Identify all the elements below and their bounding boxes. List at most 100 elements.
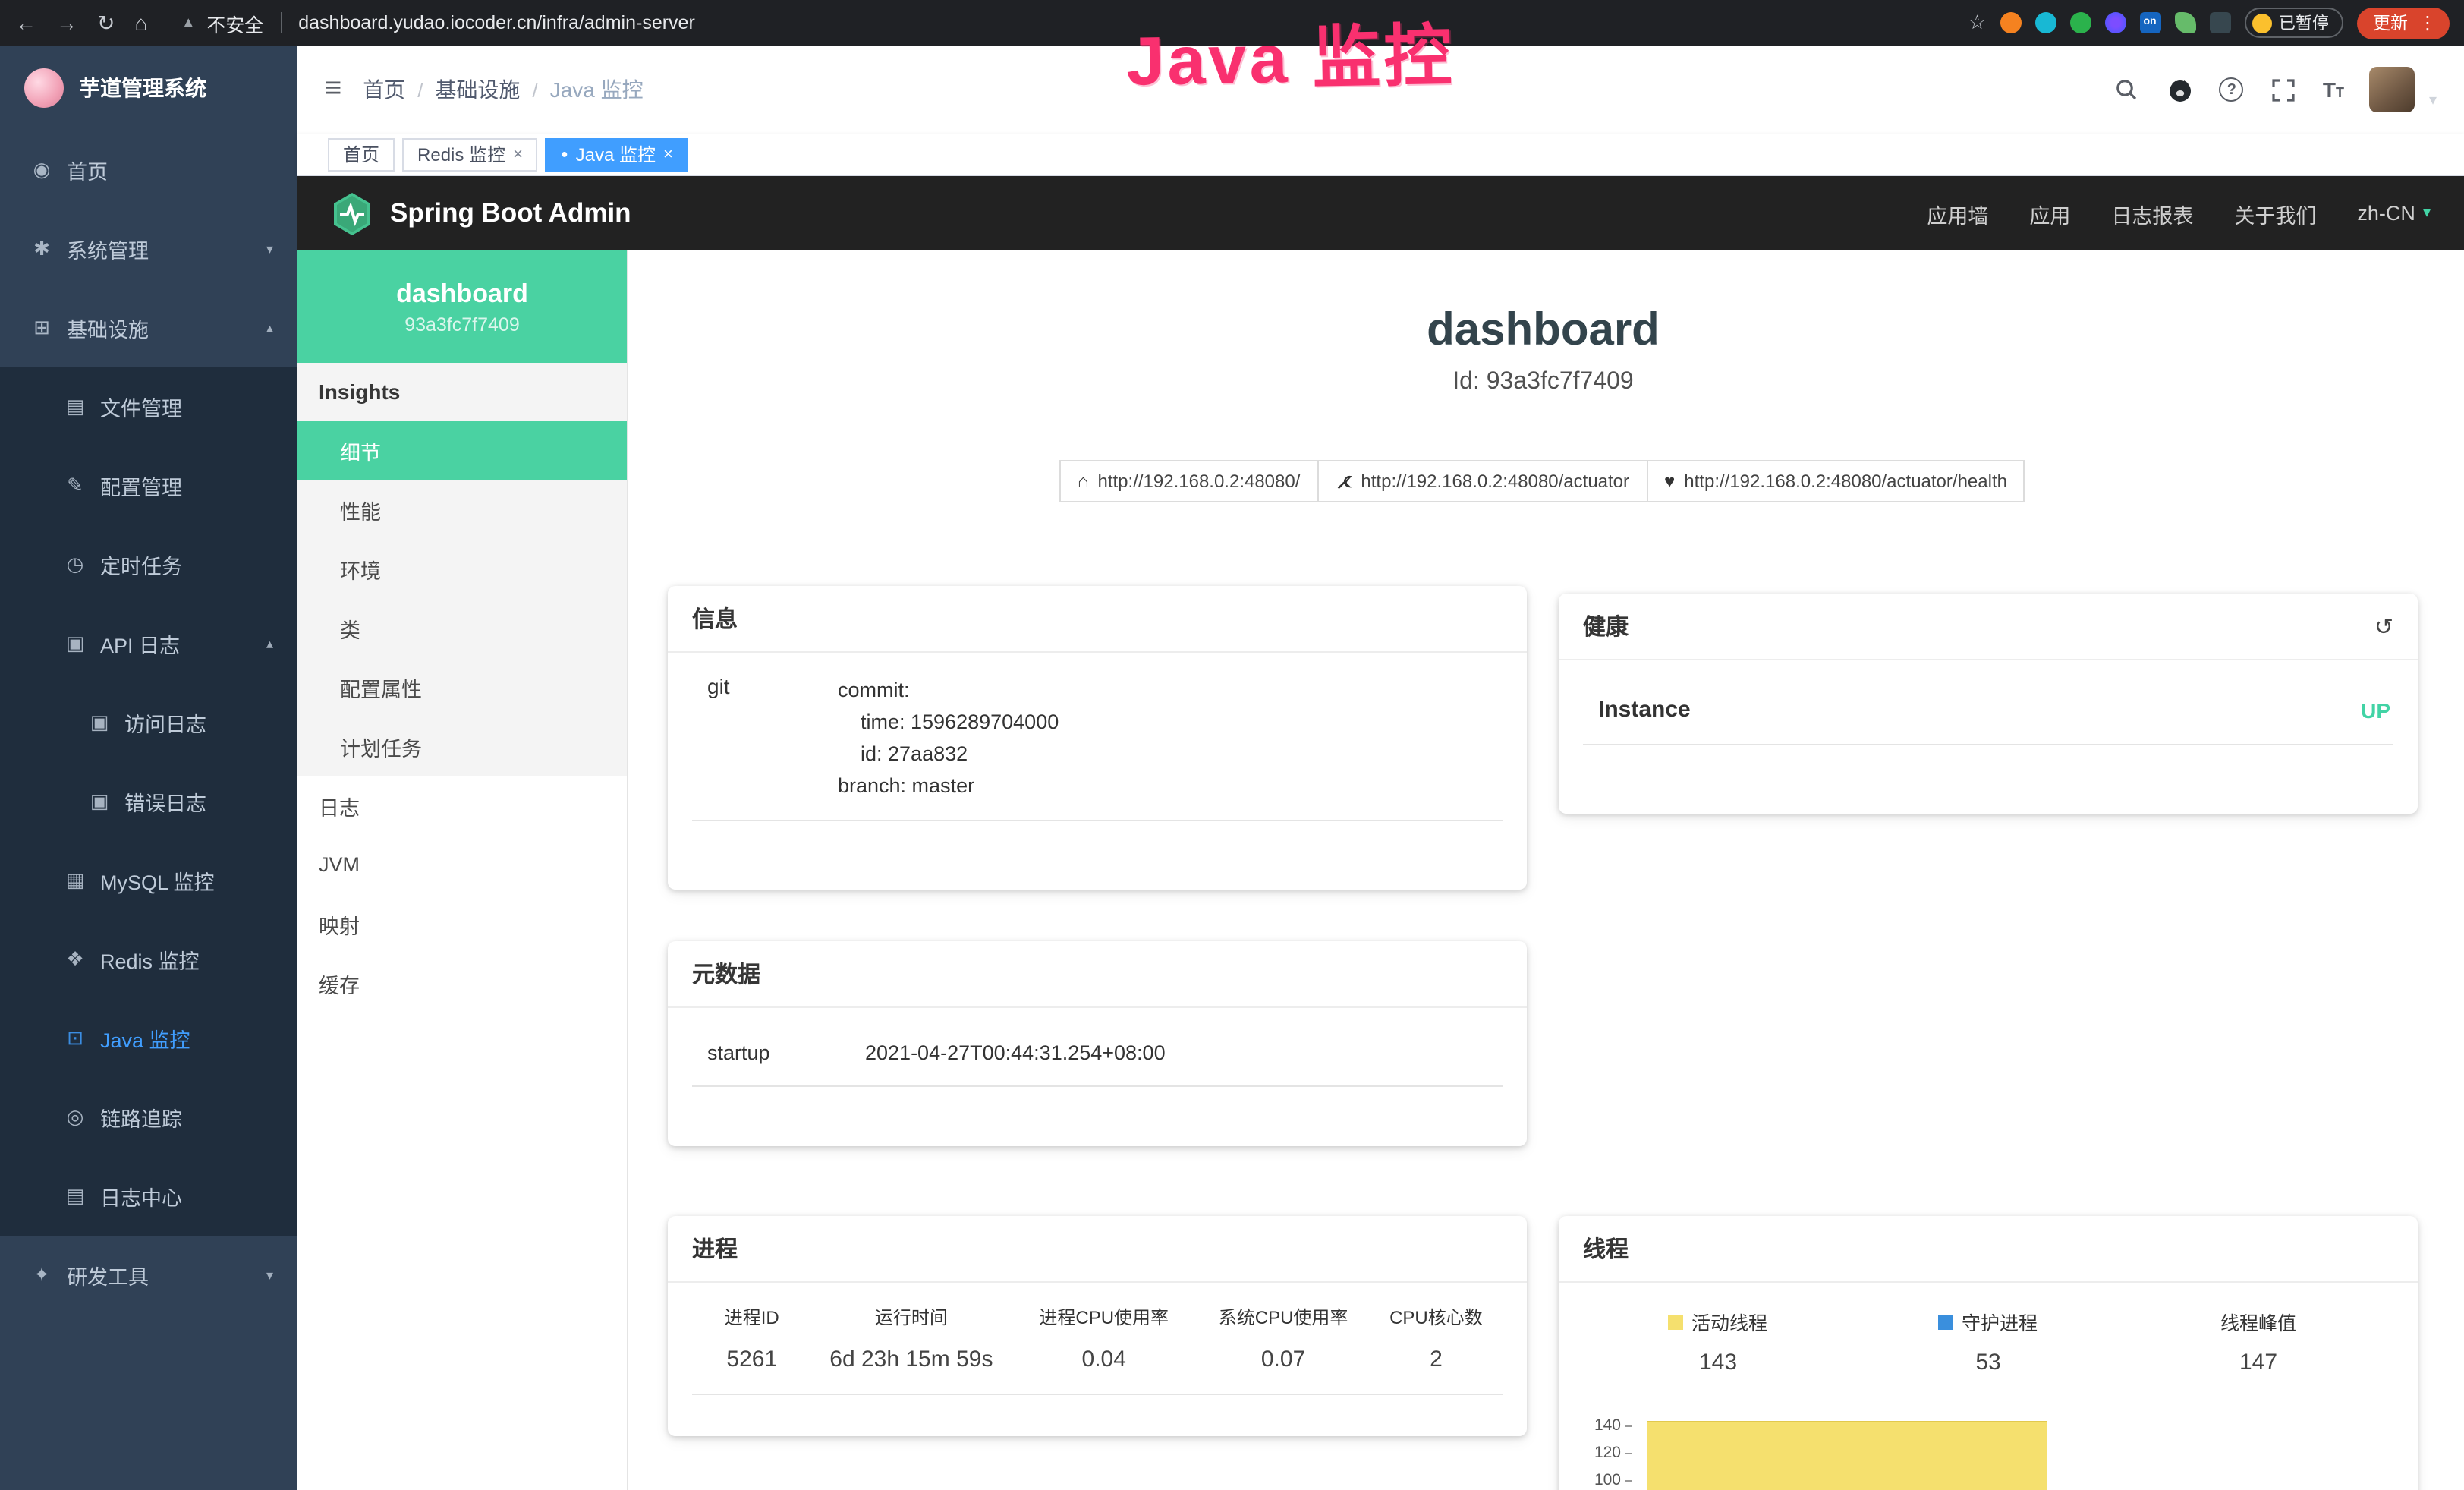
sba-item-jvm[interactable]: JVM: [297, 835, 627, 894]
header-actions: ? TT ▾: [2113, 67, 2437, 112]
sidebar-item-label: Redis 监控: [100, 944, 200, 975]
sba-locale-select[interactable]: zh-CN ▾: [2357, 202, 2431, 225]
card-title: 信息: [692, 603, 738, 635]
eye-icon: ◎: [64, 1105, 87, 1129]
chevron-down-icon: ▾: [266, 1267, 273, 1284]
github-icon[interactable]: [2167, 76, 2194, 103]
security-warning[interactable]: 不安全: [206, 8, 263, 37]
extension-icon-leaf[interactable]: [2174, 12, 2195, 33]
tab-redis-monitor[interactable]: Redis 监控 ×: [402, 137, 538, 171]
column-header: 运行时间: [812, 1304, 1012, 1330]
sba-nav-applications[interactable]: 应用: [2029, 198, 2070, 228]
main-sidebar: 芋道管理系统 ◉ 首页 ✱ 系统管理 ▾ ⊞ 基础设施 ▴ ▤ 文件管理: [0, 46, 297, 1490]
service-url-button[interactable]: ⌂ http://192.168.0.2:48080/: [1059, 460, 1318, 502]
sidebar-item-java-monitor[interactable]: ⊡ Java 监控: [0, 999, 297, 1078]
sba-brand[interactable]: Spring Boot Admin: [331, 191, 631, 236]
breadcrumb-home[interactable]: 首页: [363, 74, 405, 105]
sba-item-mappings[interactable]: 映射: [297, 894, 627, 953]
paused-badge[interactable]: 已暂停: [2244, 8, 2343, 38]
tab-java-monitor[interactable]: ● Java 监控 ×: [546, 137, 688, 171]
blue-swatch-icon: [1939, 1314, 1954, 1329]
sba-item-performance[interactable]: 性能: [297, 480, 627, 539]
history-icon[interactable]: ↺: [2374, 613, 2393, 640]
sba-brand-label: Spring Boot Admin: [390, 197, 631, 229]
address-bar[interactable]: ▲ 不安全 dashboard.yudao.iocoder.cn/infra/a…: [181, 8, 694, 37]
sba-item-scheduled-tasks[interactable]: 计划任务: [297, 717, 627, 776]
sidebar-item-mysql-monitor[interactable]: ▦ MySQL 监控: [0, 841, 297, 920]
redis-icon: ❖: [64, 947, 87, 972]
sidebar-item-api-log[interactable]: ▣ API 日志 ▴: [0, 604, 297, 683]
sba-item-config-props[interactable]: 配置属性: [297, 657, 627, 717]
tab-home[interactable]: 首页: [328, 137, 395, 171]
breadcrumb-current: Java 监控: [550, 74, 644, 105]
sba-nav-wallboard[interactable]: 应用墙: [1927, 198, 1988, 228]
sidebar-item-system[interactable]: ✱ 系统管理 ▾: [0, 209, 297, 288]
instance-header[interactable]: dashboard 93a3fc7f7409: [297, 250, 627, 363]
y-tick-label: 100: [1594, 1471, 1621, 1489]
app-header: ≡ 首页 / 基础设施 / Java 监控 ?: [297, 46, 2464, 134]
sidebar-item-error-log[interactable]: ▣ 错误日志: [0, 762, 297, 841]
extension-icon-on-badge[interactable]: on: [2139, 12, 2160, 33]
threads-card: 线程 活动线程 守护进: [1559, 1216, 2418, 1490]
process-table: 进程ID 运行时间 进程CPU使用率 系统CPU使用率 CPU核心数 5261 …: [692, 1304, 1503, 1395]
extension-icon-lion[interactable]: [2000, 12, 2021, 33]
health-instance-row: Instance UP: [1583, 682, 2393, 745]
card-title: 健康: [1583, 610, 1629, 642]
sidebar-item-redis-monitor[interactable]: ❖ Redis 监控: [0, 920, 297, 999]
kebab-menu-icon[interactable]: ⋮: [2418, 12, 2437, 33]
avatar[interactable]: [2370, 67, 2415, 112]
card-title: 线程: [1583, 1233, 1629, 1265]
sidebar-item-config-manage[interactable]: ✎ 配置管理: [0, 446, 297, 525]
font-size-icon[interactable]: TT: [2323, 77, 2344, 102]
chevron-down-icon: ▾: [266, 241, 273, 257]
home-icon[interactable]: ⌂: [134, 11, 147, 35]
hamburger-icon[interactable]: ≡: [325, 73, 341, 106]
sidebar-item-trace[interactable]: ◎ 链路追踪: [0, 1078, 297, 1157]
chrome-update-button[interactable]: 更新 ⋮: [2356, 7, 2449, 39]
sba-logo-icon: [331, 191, 373, 236]
sba-item-classes[interactable]: 类: [297, 598, 627, 657]
cell-value: 2: [1370, 1347, 1503, 1372]
app-logo[interactable]: 芋道管理系统: [0, 46, 297, 131]
edit-icon: ✎: [64, 474, 87, 498]
sidebar-item-log-center[interactable]: ▤ 日志中心: [0, 1157, 297, 1236]
extension-icon-puzzle[interactable]: [2209, 12, 2230, 33]
log-icon: ▣: [88, 789, 111, 814]
sba-nav-log-report[interactable]: 日志报表: [2111, 198, 2193, 228]
sba-item-logs[interactable]: 日志: [297, 776, 627, 835]
breadcrumb-infra[interactable]: 基础设施: [435, 74, 520, 105]
help-icon[interactable]: ?: [2220, 77, 2244, 102]
forward-icon[interactable]: →: [56, 11, 77, 35]
sidebar-item-devtools[interactable]: ✦ 研发工具 ▾: [0, 1236, 297, 1315]
sba-nav-about[interactable]: 关于我们: [2234, 198, 2316, 228]
sba-item-environment[interactable]: 环境: [297, 539, 627, 598]
extension-icon-drop[interactable]: [2034, 12, 2056, 33]
sidebar-item-file-manage[interactable]: ▤ 文件管理: [0, 367, 297, 446]
sidebar-item-access-log[interactable]: ▣ 访问日志: [0, 683, 297, 762]
close-icon[interactable]: ×: [663, 145, 673, 163]
reload-icon[interactable]: ↻: [97, 10, 115, 36]
search-icon[interactable]: [2113, 76, 2141, 103]
back-icon[interactable]: ←: [15, 11, 36, 35]
bookmark-star-icon[interactable]: ☆: [1968, 11, 1986, 35]
sidebar-item-scheduled-jobs[interactable]: ◷ 定时任务: [0, 525, 297, 604]
sidebar-item-label: 链路追踪: [100, 1102, 182, 1132]
browser-nav-buttons: ← → ↻ ⌂: [15, 10, 147, 36]
actuator-url-button[interactable]: http://192.168.0.2:48080/actuator: [1317, 460, 1647, 502]
close-icon[interactable]: ×: [513, 145, 523, 163]
sba-item-caches[interactable]: 缓存: [297, 953, 627, 1013]
sidebar-item-home[interactable]: ◉ 首页: [0, 131, 297, 209]
chevron-down-icon: ▾: [2423, 205, 2431, 222]
sidebar-item-infra[interactable]: ⊞ 基础设施 ▴: [0, 288, 297, 367]
fullscreen-icon[interactable]: [2270, 76, 2297, 103]
extension-icon-grid[interactable]: [2104, 12, 2126, 33]
browser-window: ← → ↻ ⌂ ▲ 不安全 dashboard.yudao.iocoder.cn…: [0, 0, 2464, 1490]
extension-icon-green[interactable]: [2069, 12, 2091, 33]
health-url-button[interactable]: ♥ http://192.168.0.2:48080/actuator/heal…: [1646, 460, 2025, 502]
url-text[interactable]: dashboard.yudao.iocoder.cn/infra/admin-s…: [298, 12, 695, 33]
app-title: 芋道管理系统: [79, 73, 206, 103]
legend-peak-threads: 线程峰值: [2123, 1307, 2393, 1336]
instance-name: dashboard: [396, 279, 528, 309]
sba-sidebar: dashboard 93a3fc7f7409 Insights 细节 性能 环境…: [297, 250, 628, 1490]
sba-item-details[interactable]: 细节: [297, 421, 627, 480]
